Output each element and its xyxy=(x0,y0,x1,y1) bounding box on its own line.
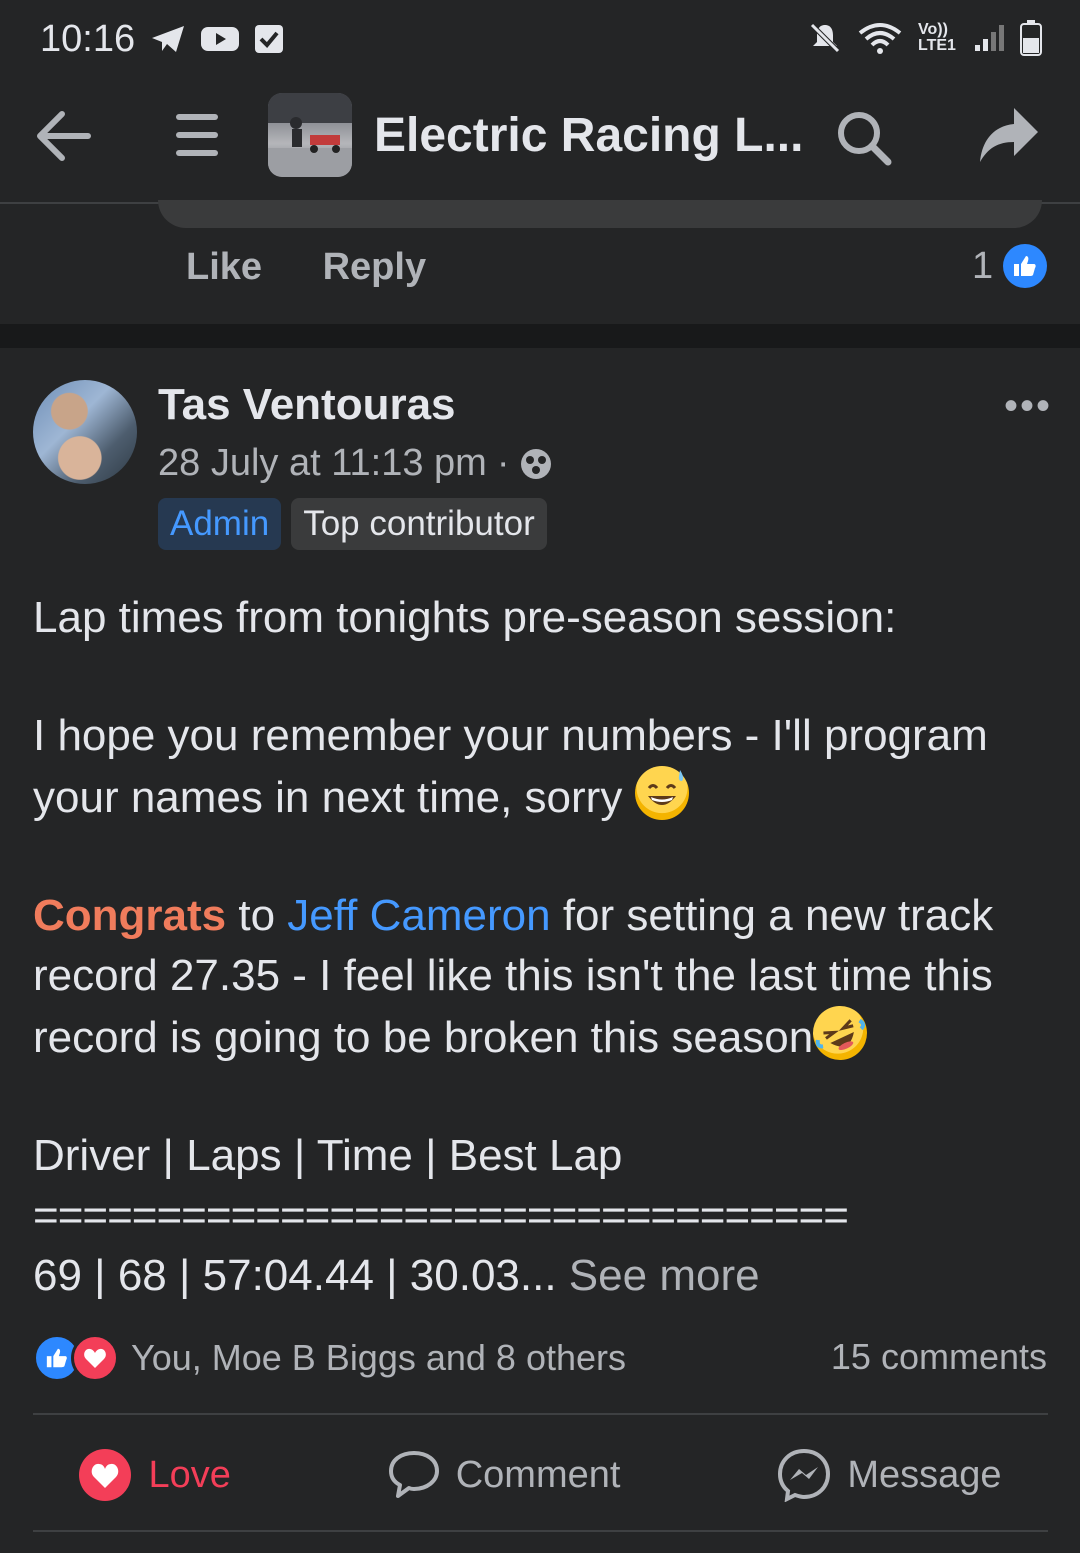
checkbox-icon xyxy=(255,25,283,53)
post-timestamp[interactable]: 28 July at 11:13 pm xyxy=(158,442,487,485)
messenger-icon xyxy=(778,1448,831,1502)
post-separator xyxy=(0,324,1080,348)
reactions-text: You, Moe B Biggs and 8 others xyxy=(131,1337,626,1378)
post-action-bar: Love Comment Message xyxy=(0,1440,1080,1510)
love-button[interactable]: Love xyxy=(78,1448,231,1502)
comment-button[interactable]: Comment xyxy=(388,1450,621,1500)
telegram-icon xyxy=(152,26,184,52)
table-first-row: 69 | 68 | 57:04.44 | 30.03... See more xyxy=(33,1246,1048,1306)
thumbs-up-icon xyxy=(1003,244,1048,288)
signal-icon xyxy=(975,25,1004,51)
congrats-text: Congrats xyxy=(33,891,227,940)
mention-link[interactable]: Jeff Cameron xyxy=(287,891,550,940)
previous-comment-actions: Like Reply xyxy=(186,246,476,289)
battery-icon xyxy=(1020,20,1042,56)
post-meta: 28 July at 11:13 pm · xyxy=(158,442,553,485)
author-badges: Admin Top contributor xyxy=(158,498,547,550)
divider-bottom xyxy=(33,1530,1048,1532)
love-label: Love xyxy=(148,1453,231,1496)
comment-like-button[interactable]: Like xyxy=(186,246,262,288)
comment-reply-button[interactable]: Reply xyxy=(323,246,426,288)
status-right-icons: Vo)) LTE1 xyxy=(808,20,1042,56)
see-more-link[interactable]: See more xyxy=(557,1251,760,1300)
meta-separator: · xyxy=(496,442,510,484)
status-left-icons xyxy=(150,24,284,54)
back-arrow-icon[interactable] xyxy=(34,110,92,162)
to-text: to xyxy=(226,891,288,940)
mute-icon xyxy=(810,23,840,53)
group-thumbnail[interactable] xyxy=(268,93,352,177)
menu-icon[interactable] xyxy=(176,112,218,158)
comment-like-count-text: 1 xyxy=(972,244,994,287)
previous-comment-bubble xyxy=(158,200,1042,228)
love-icon xyxy=(79,1449,132,1501)
status-time: 10:16 xyxy=(40,18,136,60)
network-label: Vo)) LTE1 xyxy=(918,21,956,54)
post-text-line: Lap times from tonights pre-season sessi… xyxy=(33,593,897,642)
comment-label: Comment xyxy=(455,1453,621,1496)
love-reaction-icon xyxy=(71,1334,119,1382)
top-contributor-badge[interactable]: Top contributor xyxy=(291,498,547,550)
comments-count[interactable]: 15 comments xyxy=(831,1336,1047,1378)
table-row-text: 69 | 68 | 57:04.44 | 30.03... xyxy=(33,1251,557,1300)
comment-icon xyxy=(388,1451,439,1498)
divider-top xyxy=(33,1413,1048,1415)
post-text-congrats: Congrats to Jeff Cameron for setting a n… xyxy=(33,886,1048,1069)
message-label: Message xyxy=(847,1453,1002,1496)
rofl-emoji-icon xyxy=(804,997,877,1069)
search-icon[interactable] xyxy=(836,110,892,166)
more-options-icon[interactable]: ••• xyxy=(1004,384,1052,429)
post-text-paragraph: I hope you remember your numbers - I'll … xyxy=(33,706,1048,828)
post-body: Lap times from tonights pre-season sessi… xyxy=(33,588,1048,1306)
group-privacy-icon xyxy=(521,448,552,479)
share-icon[interactable] xyxy=(978,106,1040,164)
author-avatar[interactable] xyxy=(33,380,137,484)
post-text-apology: I hope you remember your numbers - I'll … xyxy=(33,711,988,822)
post-author[interactable]: Tas Ventouras xyxy=(158,380,456,430)
table-header-line: Driver | Laps | Time | Best Lap xyxy=(33,1131,623,1180)
table-divider-line: ================================= xyxy=(33,1191,849,1240)
sweat-smile-emoji-icon xyxy=(634,766,689,820)
youtube-icon xyxy=(201,27,239,51)
comment-like-count[interactable]: 1 xyxy=(972,244,1048,288)
message-button[interactable]: Message xyxy=(777,1448,1002,1502)
group-title[interactable]: Electric Racing L... xyxy=(374,108,803,163)
reactions-summary[interactable]: You, Moe B Biggs and 8 others xyxy=(33,1334,626,1382)
wifi-icon xyxy=(858,23,902,54)
group-photo-icon xyxy=(268,93,352,177)
admin-badge[interactable]: Admin xyxy=(158,498,282,550)
